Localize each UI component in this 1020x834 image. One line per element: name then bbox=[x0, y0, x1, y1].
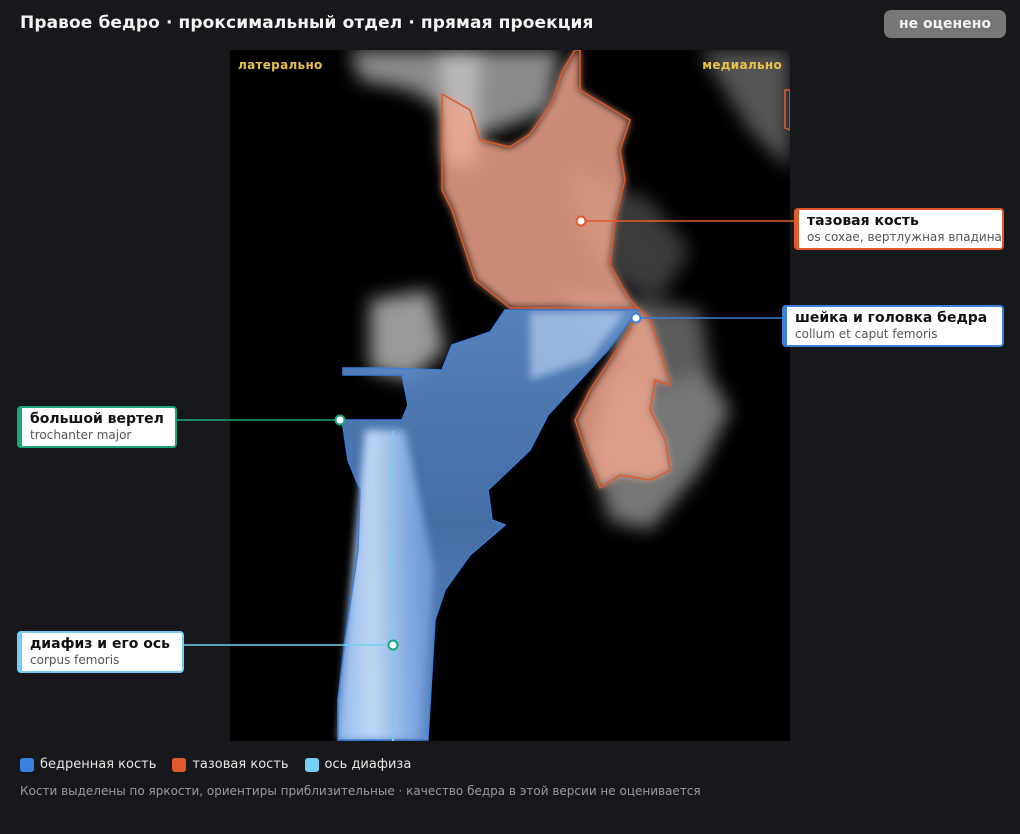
label-shaft-subtitle: corpus femoris bbox=[30, 653, 120, 667]
orientation-lateral: латерально bbox=[238, 58, 323, 72]
legend-swatch-pelvis bbox=[172, 757, 187, 772]
legend-item-axis: ось диафиза bbox=[304, 757, 412, 772]
legend-item-femur: бедренная кость bbox=[20, 757, 156, 772]
page-title: Правое бедро · проксимальный отдел · пря… bbox=[20, 13, 594, 33]
legend-item-pelvis: тазовая кость bbox=[172, 757, 289, 772]
legend-label-pelvis: тазовая кость bbox=[192, 757, 289, 772]
legend-swatch-femur bbox=[20, 757, 34, 772]
label-neck-subtitle: collum et caput femoris bbox=[795, 327, 938, 341]
legend-swatch-axis bbox=[304, 757, 319, 772]
label-shaft[interactable]: диафиз и его ось corpus femoris bbox=[17, 631, 184, 673]
legend-label-axis: ось диафиза bbox=[324, 757, 412, 772]
label-pelvis[interactable]: тазовая кость os coxae, вертлужная впади… bbox=[794, 208, 1004, 250]
label-trochanter[interactable]: большой вертел trochanter major bbox=[17, 406, 177, 448]
orientation-medial: медиально bbox=[702, 58, 782, 72]
xray-svg bbox=[337, 50, 790, 741]
label-pelvis-title: тазовая кость bbox=[807, 213, 919, 229]
legend: бедренная кость тазовая кость ось диафиз… bbox=[20, 757, 411, 772]
xray-image: латерально медиально bbox=[230, 50, 790, 741]
label-neck-title: шейка и головка бедра bbox=[795, 310, 988, 326]
label-trochanter-subtitle: trochanter major bbox=[30, 428, 132, 442]
label-trochanter-title: большой вертел bbox=[30, 411, 164, 427]
legend-label-femur: бедренная кость bbox=[40, 757, 157, 772]
footer-note: Кости выделены по яркости, ориентиры при… bbox=[20, 784, 701, 798]
label-shaft-title: диафиз и его ось bbox=[30, 636, 171, 652]
label-pelvis-subtitle: os coxae, вертлужная впадина bbox=[807, 230, 1002, 244]
status-badge[interactable]: не оценено bbox=[884, 10, 1006, 38]
label-neck[interactable]: шейка и головка бедра collum et caput fe… bbox=[782, 305, 1004, 347]
